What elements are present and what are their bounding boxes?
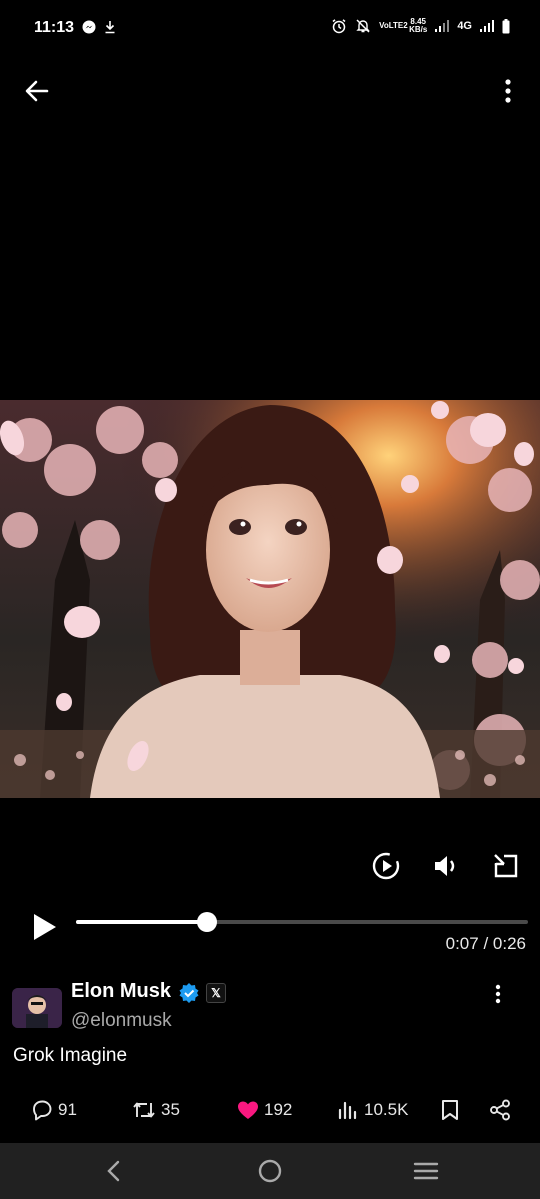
net-speed-unit: KB/s <box>409 25 428 34</box>
post-author[interactable]: Elon Musk 𝕏 @elonmusk <box>12 980 532 1040</box>
progress-fill <box>76 920 208 924</box>
like-icon <box>238 1101 258 1119</box>
volume-button[interactable] <box>428 848 464 884</box>
views-count: 10.5K <box>364 1100 409 1119</box>
reply-button[interactable]: 91 <box>30 1092 77 1128</box>
network-type: 4G <box>457 20 472 32</box>
post-text: Grok Imagine <box>13 1045 128 1066</box>
status-time: 11:13 <box>34 19 75 36</box>
nav-recents-button[interactable] <box>406 1155 446 1187</box>
repost-icon <box>133 1102 155 1118</box>
nav-home-button[interactable] <box>250 1155 290 1187</box>
nav-back-icon <box>107 1160 120 1182</box>
avatar-image <box>12 988 62 1028</box>
progress-thumb[interactable] <box>197 912 218 932</box>
reply-icon <box>33 1100 52 1121</box>
status-left-icons <box>82 20 116 34</box>
author-name[interactable]: Elon Musk <box>71 980 171 1003</box>
video-frame[interactable] <box>0 400 540 798</box>
messenger-icon <box>82 20 96 34</box>
autoplay-button[interactable] <box>368 848 404 884</box>
nav-back-button[interactable] <box>94 1155 134 1187</box>
signal-1-icon <box>435 20 450 32</box>
progress-track[interactable] <box>76 912 528 932</box>
nav-recents-icon <box>413 1162 439 1180</box>
pip-button[interactable] <box>488 848 524 884</box>
bookmark-icon <box>442 1100 458 1120</box>
signal-2-icon <box>480 20 494 32</box>
post-actions: 91 35 192 10.5K <box>0 1092 540 1128</box>
battery-icon <box>502 18 510 33</box>
share-button[interactable] <box>488 1092 512 1128</box>
system-nav-bar <box>0 1143 540 1199</box>
nav-home-icon <box>258 1159 282 1183</box>
download-icon <box>105 21 115 34</box>
time-separator: / <box>483 934 489 953</box>
more-vertical-icon[interactable] <box>498 74 518 108</box>
play-icon[interactable] <box>26 907 62 947</box>
duration-time: 0:26 <box>492 934 526 953</box>
like-button[interactable]: 192 <box>236 1092 292 1128</box>
playback-time: 0:07 / 0:26 <box>446 934 526 954</box>
video-thumbnail <box>0 400 540 798</box>
mute-icon <box>356 19 370 33</box>
pip-icon <box>494 854 518 878</box>
volume-icon <box>435 856 455 876</box>
status-bar: 11:13 VoLTE2 8.45 KB/s 4G <box>0 0 540 56</box>
x-affiliation-badge: 𝕏 <box>206 983 226 1003</box>
reply-count: 91 <box>58 1100 77 1119</box>
player-right-controls <box>368 848 524 884</box>
alarm-icon <box>332 19 346 34</box>
net-speed: 8.45 KB/s <box>409 18 427 34</box>
author-handle[interactable]: @elonmusk <box>71 1010 172 1032</box>
volte-indicator: VoLTE2 <box>379 21 408 30</box>
repost-count: 35 <box>161 1100 180 1119</box>
status-right-icons: VoLTE2 8.45 KB/s 4G <box>331 18 510 34</box>
verified-badge-icon <box>179 983 199 1003</box>
top-bar <box>0 66 540 112</box>
repost-button[interactable]: 35 <box>131 1092 180 1128</box>
views-icon <box>338 1101 357 1120</box>
bookmark-button[interactable] <box>438 1092 462 1128</box>
avatar[interactable] <box>12 988 62 1028</box>
post-more-icon[interactable] <box>488 982 508 1008</box>
share-icon <box>490 1099 510 1121</box>
elapsed-time: 0:07 <box>445 934 479 953</box>
autoplay-icon <box>372 852 400 880</box>
back-arrow-icon[interactable] <box>20 74 54 108</box>
like-count: 192 <box>264 1100 293 1119</box>
views-button[interactable]: 10.5K <box>336 1092 408 1128</box>
